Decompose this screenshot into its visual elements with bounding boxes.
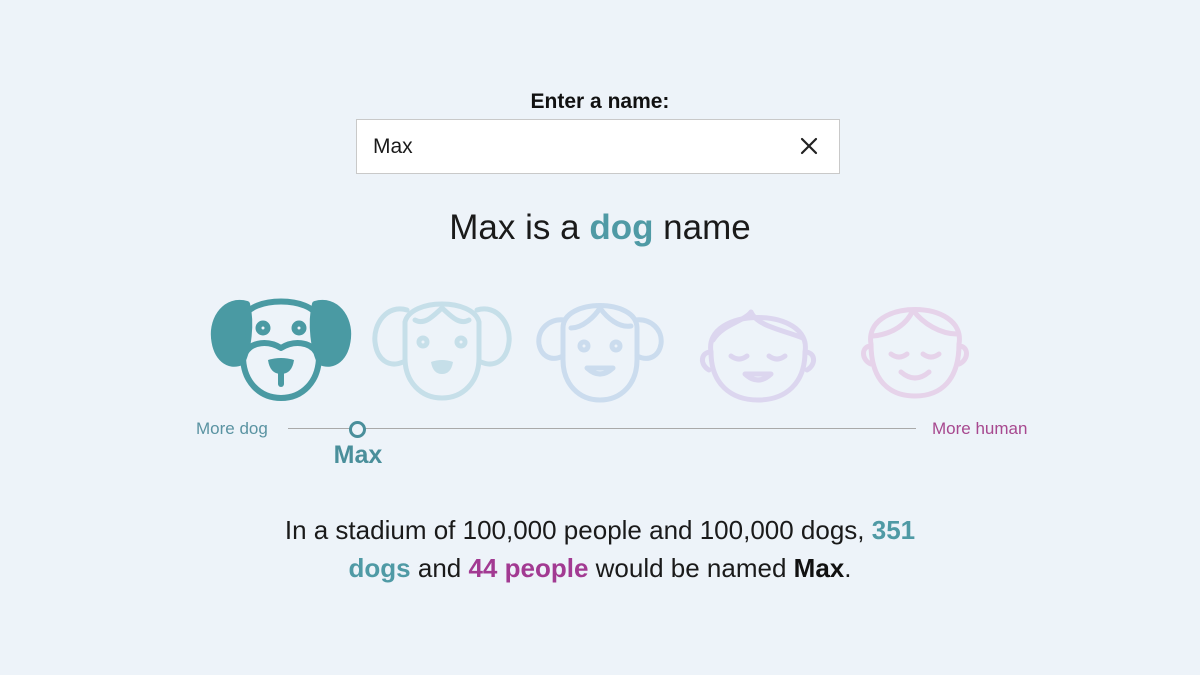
face-scale-icons — [0, 280, 1200, 410]
result-headline: Max is a dog name — [0, 208, 1200, 248]
close-icon[interactable] — [799, 136, 819, 156]
name-prompt-label: Enter a name: — [530, 90, 670, 113]
stats-dog-count: 351 — [871, 515, 916, 545]
headline-category: dog — [589, 208, 654, 247]
human-face-icon — [700, 309, 816, 403]
stats-dog-word: dogs — [348, 553, 411, 583]
name-input-box[interactable] — [356, 119, 840, 174]
name-input[interactable] — [373, 120, 773, 173]
scale-track — [288, 428, 916, 429]
stats-and: and — [410, 553, 469, 583]
human-dog-face-icon — [536, 303, 664, 403]
headline-post: name — [653, 208, 751, 247]
sleepy-human-face-icon — [861, 307, 969, 399]
stats-name: Max — [793, 553, 845, 583]
scale-right-label: More human — [932, 419, 1028, 438]
stats-period: . — [844, 553, 852, 583]
stats-tail: would be named — [588, 553, 794, 583]
headline-pre: is a — [515, 208, 590, 247]
dog-human-face-icon — [372, 301, 512, 401]
scale-marker-label: Max — [333, 441, 383, 469]
scale-marker — [349, 421, 366, 438]
scale-left-label: More dog — [196, 419, 268, 438]
stadium-stats: In a stadium of 100,000 people and 100,0… — [0, 511, 1200, 587]
dog-face-icon — [210, 298, 352, 401]
stats-people-count: 44 people — [468, 553, 589, 583]
headline-name: Max — [449, 208, 516, 247]
stats-intro: In a stadium of 100,000 people and 100,0… — [284, 515, 872, 545]
